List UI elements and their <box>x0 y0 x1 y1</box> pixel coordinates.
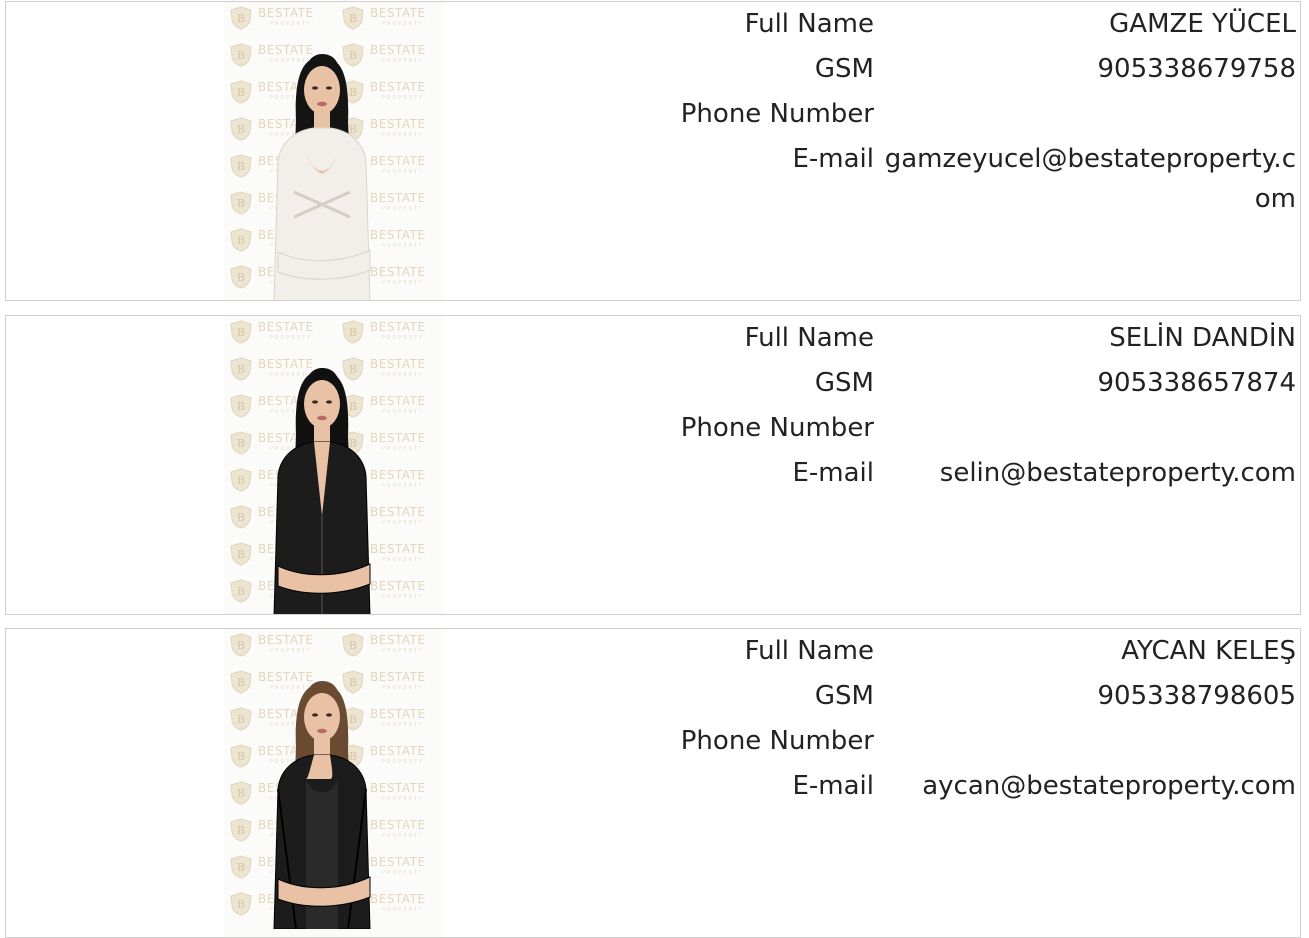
lips <box>317 728 327 734</box>
email-value[interactable]: aycan@bestateproperty.com <box>874 764 1296 806</box>
full-name-row: Full Name AYCAN KELEŞ <box>606 629 1296 674</box>
phone-value <box>874 406 1296 408</box>
email-row: E-mail gamzeyucel@bestateproperty.com <box>606 137 1296 219</box>
phone-row: Phone Number <box>606 719 1296 764</box>
full-name-value: SELİN DANDİN <box>1109 323 1296 353</box>
gsm-value[interactable]: 905338679758 <box>874 47 1296 89</box>
agent-photo: B BESTATE PROPERTY B BESTATE PROPERTY B BESTATE… <box>224 2 444 300</box>
agent-card: B BESTATE PROPERTY B BESTATE PROPERTY B BESTATE… <box>5 1 1301 301</box>
email-row: E-mail aycan@bestateproperty.com <box>606 764 1296 809</box>
agent-card: B BESTATE PROPERTY B BESTATE PROPERTY B BESTATE… <box>5 628 1301 938</box>
eye <box>326 400 332 404</box>
full-name-label: Full Name <box>744 9 874 39</box>
full-name-value: GAMZE YÜCEL <box>1109 9 1296 39</box>
full-name-label: Full Name <box>744 323 874 353</box>
gsm-label: GSM <box>814 54 874 84</box>
gsm-row: GSM 905338679758 <box>606 47 1296 92</box>
full-name-row: Full Name SELİN DANDİN <box>606 316 1296 361</box>
agent-info: Full Name SELİN DANDİN GSM 905338657874 … <box>606 316 1296 496</box>
email-value[interactable]: selin@bestateproperty.com <box>874 451 1296 493</box>
agent-portrait <box>273 368 371 614</box>
full-name-label: Full Name <box>744 636 874 666</box>
phone-value <box>874 719 1296 721</box>
eye <box>326 86 332 90</box>
gsm-label: GSM <box>814 681 874 711</box>
eye <box>312 713 318 717</box>
eye <box>326 713 332 717</box>
phone-row: Phone Number <box>606 92 1296 137</box>
face <box>304 380 340 428</box>
phone-label: Phone Number <box>680 99 874 129</box>
gsm-row: GSM 905338798605 <box>606 674 1296 719</box>
phone-label: Phone Number <box>680 726 874 756</box>
agent-portrait <box>273 681 371 929</box>
email-label: E-mail <box>792 771 874 801</box>
full-name-value: AYCAN KELEŞ <box>1121 636 1296 666</box>
face <box>304 693 340 741</box>
eye <box>312 86 318 90</box>
agent-photo: B BESTATE PROPERTY B BESTATE PROPERTY B BESTATE… <box>224 629 444 937</box>
gsm-value[interactable]: 905338657874 <box>874 361 1296 403</box>
phone-row: Phone Number <box>606 406 1296 451</box>
phone-label: Phone Number <box>680 413 874 443</box>
email-row: E-mail selin@bestateproperty.com <box>606 451 1296 496</box>
full-name-row: Full Name GAMZE YÜCEL <box>606 2 1296 47</box>
gsm-row: GSM 905338657874 <box>606 361 1296 406</box>
agent-info: Full Name AYCAN KELEŞ GSM 905338798605 P… <box>606 629 1296 809</box>
lips <box>317 101 327 107</box>
agent-portrait <box>273 54 371 300</box>
email-label: E-mail <box>792 458 874 488</box>
gsm-value[interactable]: 905338798605 <box>874 674 1296 716</box>
phone-value <box>874 92 1296 94</box>
lips <box>317 415 327 421</box>
eye <box>312 400 318 404</box>
agent-card: B BESTATE PROPERTY B BESTATE PROPERTY B BESTATE… <box>5 315 1301 615</box>
gsm-label: GSM <box>814 368 874 398</box>
email-label: E-mail <box>792 144 874 174</box>
email-value[interactable]: gamzeyucel@bestateproperty.com <box>874 137 1296 219</box>
agent-photo: B BESTATE PROPERTY B BESTATE PROPERTY B BESTATE… <box>224 316 444 614</box>
face <box>304 66 340 114</box>
agent-info: Full Name GAMZE YÜCEL GSM 905338679758 P… <box>606 2 1296 219</box>
